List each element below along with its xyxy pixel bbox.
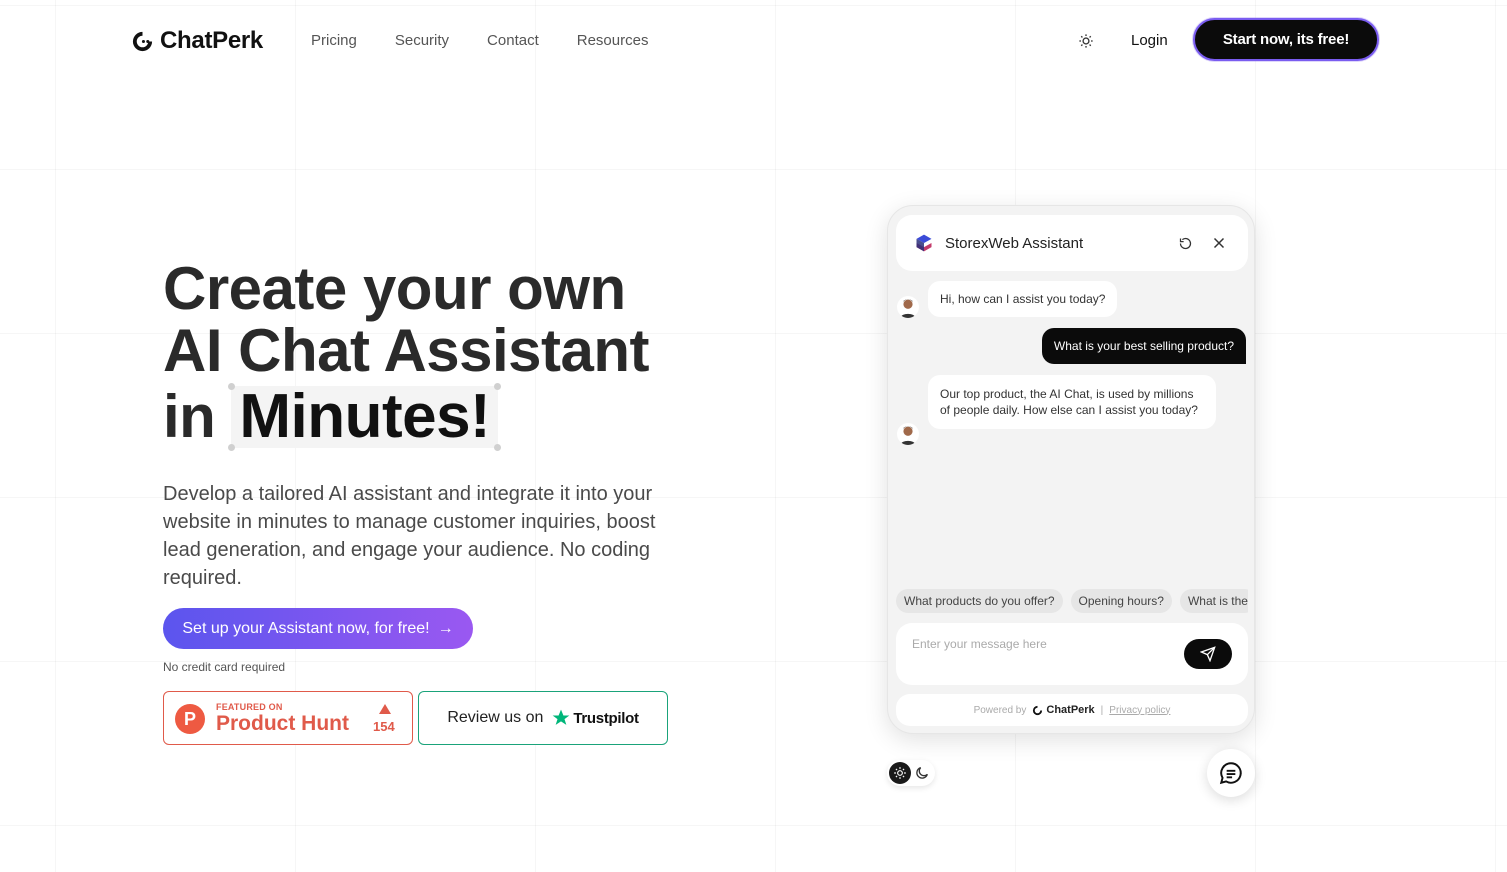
hero-title-line-1: Create your own xyxy=(163,255,626,322)
agent-avatar xyxy=(897,296,919,318)
theme-mode-switch[interactable] xyxy=(887,760,935,786)
product-hunt-logo-icon: P xyxy=(175,704,205,734)
light-mode-option[interactable] xyxy=(889,762,911,784)
setup-assistant-button[interactable]: Set up your Assistant now, for free! → xyxy=(163,608,473,649)
nav-security[interactable]: Security xyxy=(395,32,449,49)
hero-title: Create your own AI Chat Assistant in Min… xyxy=(163,255,723,451)
hero-title-prefix: in xyxy=(163,383,216,450)
send-button[interactable] xyxy=(1184,639,1232,669)
chatperk-footer-brand-text: ChatPerk xyxy=(1046,704,1095,716)
chatperk-logo-icon xyxy=(1033,705,1043,715)
chat-bubble-icon xyxy=(1219,762,1242,785)
hero-title-line-2: AI Chat Assistant xyxy=(163,317,650,384)
login-link[interactable]: Login xyxy=(1131,32,1168,49)
upvote-count: 154 xyxy=(373,719,395,734)
site-header: ChatPerk Pricing Security Contact Resour… xyxy=(0,18,1507,62)
no-credit-card-note: No credit card required xyxy=(163,660,286,674)
selection-handle xyxy=(494,444,502,451)
chat-footer: Powered by ChatPerk | Privacy policy xyxy=(896,694,1248,726)
selection-handle xyxy=(494,383,502,390)
message-input[interactable] xyxy=(912,637,1162,651)
arrow-right-icon: → xyxy=(437,619,454,637)
bot-message: Our top product, the AI Chat, is used by… xyxy=(928,375,1216,429)
hero-title-highlight: Minutes! xyxy=(228,383,502,451)
chatperk-footer-brand[interactable]: ChatPerk xyxy=(1032,704,1095,716)
suggestion-chips: What products do you offer? Opening hour… xyxy=(896,589,1248,613)
suggestion-chip[interactable]: Opening hours? xyxy=(1070,589,1172,613)
storexweb-logo-icon xyxy=(916,234,932,252)
start-free-button[interactable]: Start now, its free! xyxy=(1193,18,1379,61)
suggestion-chip[interactable]: What products do you offer? xyxy=(896,589,1063,613)
product-hunt-featured-label: FEATURED ON xyxy=(216,702,283,712)
suggestion-chip[interactable]: What is the xyxy=(1179,589,1248,613)
chat-widget: StorexWeb Assistant Hi, how can I assist… xyxy=(887,205,1255,734)
selection-handle xyxy=(228,444,236,451)
send-icon xyxy=(1200,646,1216,662)
bot-message: Hi, how can I assist you today? xyxy=(928,281,1118,317)
moon-icon[interactable] xyxy=(914,765,930,781)
upvote-arrow-icon xyxy=(379,704,391,714)
nav-resources[interactable]: Resources xyxy=(577,32,649,49)
setup-assistant-label: Set up your Assistant now, for free! xyxy=(182,619,430,637)
hero-title-line-3: in Minutes! xyxy=(163,383,723,451)
privacy-policy-link[interactable]: Privacy policy xyxy=(1109,705,1170,716)
trustpilot-badge[interactable]: Review us on Trustpilot xyxy=(418,691,668,745)
chat-launcher-button[interactable] xyxy=(1207,749,1255,797)
agent-avatar xyxy=(897,423,919,445)
chatperk-logo-icon xyxy=(132,31,153,51)
trustpilot-review-text: Review us on xyxy=(447,709,544,726)
chat-input-box xyxy=(896,623,1248,685)
product-hunt-badge[interactable]: P FEATURED ON Product Hunt 154 xyxy=(163,691,413,745)
product-hunt-label: Product Hunt xyxy=(216,712,349,735)
powered-by-label: Powered by xyxy=(973,704,1027,716)
user-message: What is your best selling product? xyxy=(1041,328,1246,364)
nav-contact[interactable]: Contact xyxy=(487,32,539,49)
sun-icon xyxy=(894,767,906,779)
close-icon[interactable] xyxy=(1210,234,1228,252)
footer-separator: | xyxy=(1100,704,1104,716)
highlight-text: Minutes! xyxy=(239,382,491,451)
hero-description: Develop a tailored AI assistant and inte… xyxy=(163,483,656,589)
logo[interactable]: ChatPerk xyxy=(131,27,263,55)
selection-handle xyxy=(228,383,236,390)
trustpilot-brand: Trustpilot xyxy=(573,709,639,727)
sun-icon[interactable] xyxy=(1076,31,1096,51)
chat-header: StorexWeb Assistant xyxy=(896,215,1248,271)
brand-name: ChatPerk xyxy=(160,27,263,54)
chat-title: StorexWeb Assistant xyxy=(945,235,1084,252)
refresh-icon[interactable] xyxy=(1178,236,1193,251)
main-nav: Pricing Security Contact Resources xyxy=(311,32,648,49)
nav-pricing[interactable]: Pricing xyxy=(311,32,357,49)
star-icon xyxy=(553,709,570,725)
